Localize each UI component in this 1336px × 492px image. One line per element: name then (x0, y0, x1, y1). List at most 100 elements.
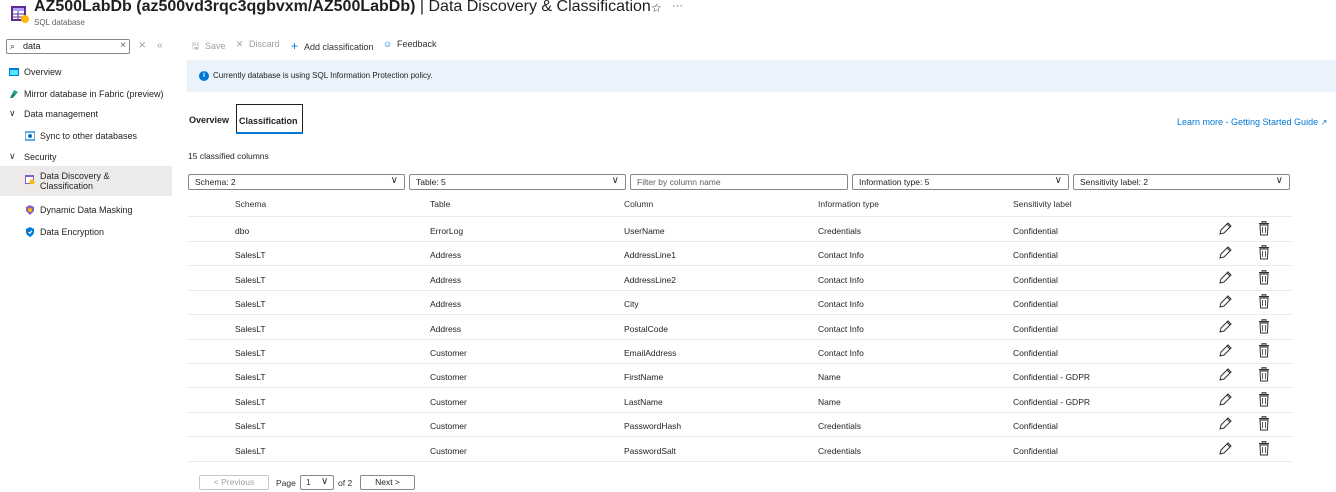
search-icon: ⌕ (10, 41, 16, 51)
delete-trash-icon[interactable] (1256, 221, 1272, 237)
sidebar-group-data-management[interactable]: ∨ Data management (0, 105, 172, 125)
cell-column: PasswordHash (624, 421, 682, 432)
table-row[interactable]: SalesLT Address PostalCode Contact Info Conf… (187, 316, 1293, 340)
delete-trash-icon[interactable] (1256, 343, 1272, 359)
table-row[interactable]: SalesLT Address AddressLine1 Contact Info Co… (187, 242, 1293, 267)
cell-information-type: Credentials (818, 421, 861, 432)
cell-information-type: Contact Info (818, 274, 864, 285)
sidebar-item-data-masking[interactable]: Dynamic Data Masking (0, 201, 172, 221)
sidebar-search-input[interactable]: ⌕ data × (6, 39, 130, 54)
feedback-button[interactable]: ☺ Feedback (382, 39, 437, 49)
edit-pencil-icon[interactable] (1217, 392, 1233, 408)
search-value[interactable]: data (23, 41, 41, 51)
next-page-button[interactable]: Next > (360, 475, 415, 490)
clear-search-icon[interactable]: × (120, 40, 126, 51)
delete-trash-icon[interactable] (1256, 440, 1272, 457)
delete-trash-icon[interactable] (1256, 367, 1272, 383)
cell-sensitivity-label: Confidential - GDPR (1013, 396, 1091, 407)
edit-pencil-icon[interactable] (1217, 343, 1233, 359)
column-filter-input[interactable]: Filter by column name (630, 174, 848, 190)
delete-trash-icon[interactable] (1256, 416, 1272, 432)
edit-pencil-icon[interactable] (1217, 245, 1233, 261)
info-icon: i (199, 71, 209, 81)
cell-schema: SalesLT (235, 348, 266, 358)
cell-schema: SalesLT (235, 250, 266, 261)
edit-pencil-icon[interactable] (1217, 294, 1233, 310)
cell-table: Customer (430, 421, 467, 432)
sensitivity-label-filter[interactable]: Sensitivity label: 2 ∨ (1073, 174, 1290, 190)
tab-overview[interactable]: Overview (187, 104, 233, 134)
cell-schema: SalesLT (235, 445, 266, 456)
banner-text: Currently database is using SQL Informat… (213, 71, 433, 80)
delete-trash-icon[interactable] (1256, 294, 1272, 310)
table-row[interactable]: SalesLT Customer EmailAddress Contact Info C… (187, 340, 1293, 364)
cell-table: Address (430, 250, 462, 261)
cell-sensitivity-label: Confidential (1013, 323, 1058, 334)
cell-table: Address (430, 274, 462, 285)
favorite-star-icon[interactable]: ☆ (651, 1, 662, 15)
learn-more-link[interactable]: Learn more - Getting Started Guide ↗ (1177, 117, 1327, 127)
edit-pencil-icon[interactable] (1217, 319, 1233, 335)
edit-pencil-icon[interactable] (1217, 221, 1233, 237)
cell-column: City (624, 299, 639, 310)
collapse-all-icon[interactable]: ⨯ (138, 40, 146, 51)
table-row[interactable]: SalesLT Customer PasswordSalt Credentials Co… (187, 438, 1293, 462)
delete-trash-icon[interactable] (1256, 318, 1272, 335)
table-row[interactable]: SalesLT Address AddressLine2 Contact Info Co… (187, 267, 1293, 291)
cell-column: EmailAddress (624, 348, 677, 358)
tab-classification[interactable]: Classification (236, 104, 303, 134)
sidebar-item-data-encryption[interactable]: Data Encryption (0, 223, 172, 243)
page-label: Page (276, 478, 296, 488)
column-header-table[interactable]: Table (430, 199, 450, 209)
sidebar-item-data-discovery[interactable]: Data Discovery & Classification (0, 166, 172, 196)
cell-table: Customer (430, 445, 467, 456)
table-row[interactable]: SalesLT Customer FirstName Name Confidential… (187, 364, 1293, 389)
collapse-sidebar-icon[interactable]: « (157, 40, 163, 51)
cell-column: PostalCode (624, 323, 668, 334)
sidebar-item-mirror-fabric[interactable]: Mirror database in Fabric (preview) (0, 85, 172, 105)
overview-icon (9, 68, 19, 76)
sql-database-icon (11, 6, 29, 23)
cell-schema: SalesLT (235, 299, 266, 310)
column-header-information-type[interactable]: Information type (818, 199, 879, 209)
chevron-down-icon: ∨ (611, 175, 619, 186)
information-type-filter[interactable]: Information type: 5 ∨ (852, 174, 1069, 190)
page-select[interactable]: 1 ∨ (300, 475, 334, 490)
sidebar-item-overview[interactable]: Overview (0, 63, 172, 83)
blade-header: AZ500LabDb (az500vd3rqc3qgbvxm/AZ500LabD… (0, 0, 1336, 36)
sidebar-group-security[interactable]: ∨ Security (0, 148, 172, 168)
edit-pencil-icon[interactable] (1217, 270, 1233, 286)
delete-trash-icon[interactable] (1256, 245, 1272, 261)
delete-trash-icon[interactable] (1256, 391, 1272, 408)
edit-pencil-icon[interactable] (1217, 367, 1233, 383)
edit-pencil-icon[interactable] (1217, 441, 1233, 457)
cell-column: LastName (624, 396, 663, 407)
table-row[interactable]: SalesLT Customer PasswordHash Credentials Co… (187, 413, 1293, 438)
column-header-schema[interactable]: Schema (235, 199, 266, 209)
more-options-icon[interactable]: ··· (672, 0, 683, 12)
cell-information-type: Name (818, 396, 841, 407)
cell-table: Address (430, 299, 462, 310)
save-icon: 🖫 (191, 41, 200, 51)
plus-icon: + (290, 39, 298, 53)
table-filter[interactable]: Table: 5 ∨ (409, 174, 626, 190)
cell-schema: SalesLT (235, 372, 266, 383)
cell-sensitivity-label: Confidential (1013, 348, 1058, 358)
table-row[interactable]: SalesLT Address City Contact Info Confidenti… (187, 291, 1293, 316)
column-header-sensitivity-label[interactable]: Sensitivity label (1013, 199, 1072, 209)
sidebar-item-sync[interactable]: Sync to other databases (0, 127, 172, 147)
cell-sensitivity-label: Confidential (1013, 421, 1058, 432)
edit-pencil-icon[interactable] (1217, 416, 1233, 432)
table-row[interactable]: dbo ErrorLog UserName Credentials Confidenti… (187, 218, 1293, 242)
cell-table: Address (430, 323, 462, 334)
save-button[interactable]: 🖫 Save (190, 39, 226, 55)
delete-trash-icon[interactable] (1256, 269, 1272, 286)
add-classification-button[interactable]: + Add classification (289, 39, 374, 53)
discard-button[interactable]: ✕ Discard (234, 39, 280, 50)
sync-icon (25, 131, 35, 141)
schema-filter[interactable]: Schema: 2 ∨ (188, 174, 405, 190)
column-header-column[interactable]: Column (624, 199, 653, 209)
table-row[interactable]: SalesLT Customer LastName Name Confidential … (187, 389, 1293, 413)
cell-schema: dbo (235, 226, 250, 236)
previous-page-button[interactable]: < Previous (199, 475, 269, 490)
